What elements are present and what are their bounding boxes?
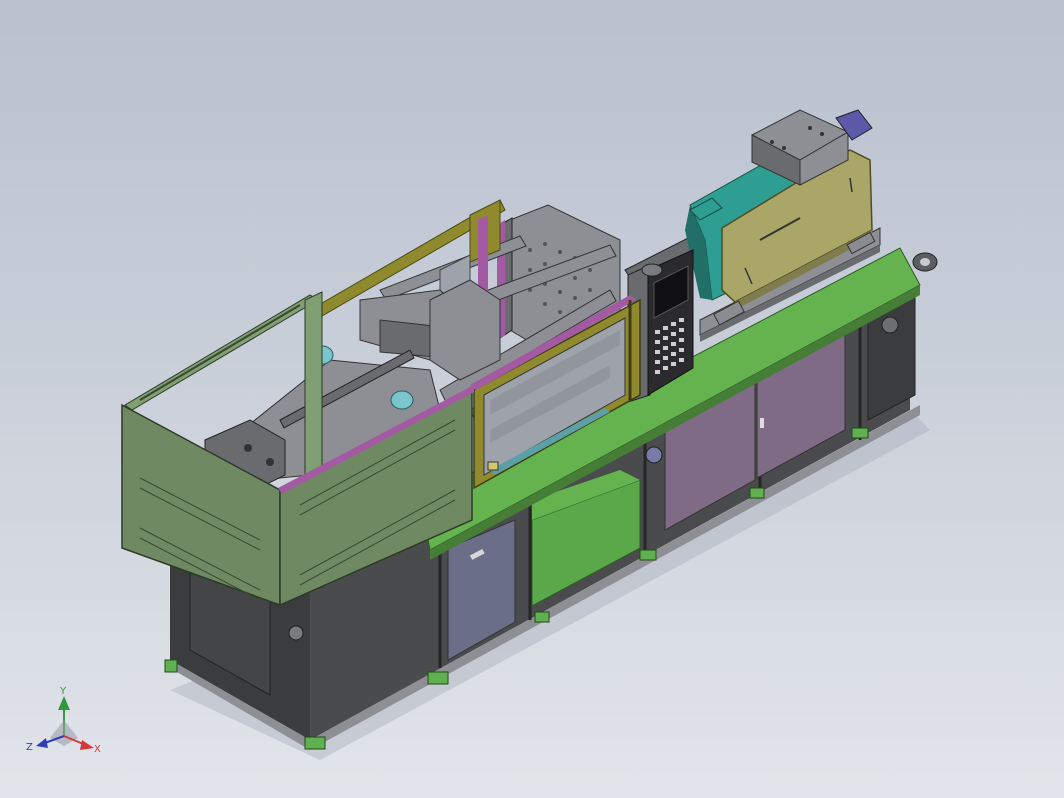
x-axis-label: X bbox=[94, 744, 101, 755]
graphics-viewport[interactable]: Y X Z bbox=[0, 0, 1064, 798]
x-axis-arrow bbox=[80, 740, 94, 750]
moving-platen bbox=[429, 279, 501, 381]
clamp-port-2 bbox=[390, 390, 414, 410]
injection-molding-machine-model[interactable] bbox=[0, 0, 1064, 798]
z-axis-label: Z bbox=[26, 742, 33, 753]
z-axis-arrow bbox=[36, 738, 48, 748]
y-axis-arrow bbox=[58, 696, 70, 710]
view-orientation-triad[interactable]: Y X Z bbox=[20, 680, 110, 760]
y-axis-label: Y bbox=[59, 686, 67, 697]
